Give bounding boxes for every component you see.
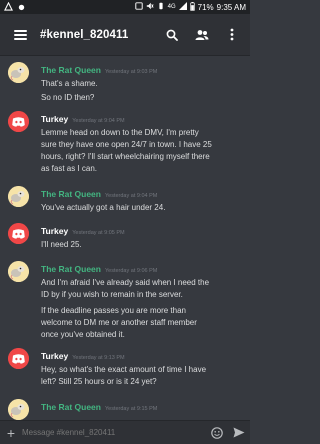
avatar[interactable] <box>8 261 29 282</box>
message-line: ID by if you wish to remain in the serve… <box>41 290 183 299</box>
timestamp: Yesterday at 9:03 PM <box>104 69 158 75</box>
author-name[interactable]: Turkey <box>41 114 68 124</box>
message-line: once you've obtained it. <box>41 330 125 339</box>
message-header: The Rat Queen Yesterday at 9:06 PM <box>41 264 157 274</box>
message-header: Turkey Yesterday at 9:13 PM <box>41 351 125 361</box>
status-left <box>4 1 26 13</box>
signal-notification-icon <box>4 1 13 13</box>
android-icon <box>17 2 26 13</box>
message-line: So no ID then? <box>41 93 95 102</box>
cellular-signal-icon <box>178 2 187 12</box>
message-line: If the deadline passes you are more than <box>41 306 186 315</box>
message-line: Lemme head on down to the DMV, I'm prett… <box>41 128 199 137</box>
discord-default-avatar-icon <box>8 348 29 369</box>
message-line: as fast as I can. <box>41 164 98 173</box>
author-name[interactable]: The Rat Queen <box>41 189 101 199</box>
avatar[interactable] <box>8 186 29 207</box>
avatar[interactable] <box>8 111 29 132</box>
status-right: 4G 71% 9:35 AM <box>134 1 246 13</box>
author-name[interactable]: The Rat Queen <box>41 264 101 274</box>
mute-icon <box>146 2 154 12</box>
channel-title: #kennel_820411 <box>40 28 129 41</box>
members-icon <box>195 29 209 40</box>
message-line: I'll need 25. <box>41 240 82 249</box>
timestamp: Yesterday at 9:06 PM <box>104 268 158 274</box>
network-type-label: 4G <box>167 4 176 10</box>
nfc-icon <box>134 2 143 12</box>
message-header: Turkey Yesterday at 9:04 PM <box>41 114 125 124</box>
search-button[interactable] <box>160 14 184 56</box>
avatar[interactable] <box>8 223 29 244</box>
avatar[interactable] <box>8 399 29 420</box>
members-button[interactable] <box>190 14 214 56</box>
rat-queen-avatar-icon <box>8 399 29 420</box>
message-line: Hey, so what's the exact amount of time … <box>41 365 207 374</box>
status-bar: 4G 71% 9:35 AM <box>0 0 250 14</box>
battery-icon <box>189 1 195 13</box>
timestamp: Yesterday at 9:04 PM <box>72 118 125 124</box>
message-header: The Rat Queen Yesterday at 9:15 PM <box>41 402 157 412</box>
more-options-button[interactable] <box>220 14 244 56</box>
author-name[interactable]: Turkey <box>41 226 68 236</box>
rat-queen-avatar-icon <box>8 62 29 83</box>
message-line: You've actually got a hair under 24. <box>41 203 166 212</box>
message-input[interactable] <box>22 420 206 444</box>
message-header: The Rat Queen Yesterday at 9:04 PM <box>41 189 157 199</box>
message-line: welcome to DM me or another staff member <box>41 318 197 327</box>
timestamp: Yesterday at 9:04 PM <box>104 193 158 199</box>
hamburger-menu-button[interactable] <box>0 14 40 56</box>
message-line: left? Still 25 hours or is it 24 yet? <box>41 377 157 386</box>
clock: 9:35 AM <box>216 2 246 12</box>
search-icon <box>166 29 178 41</box>
more-vertical-icon <box>230 28 234 41</box>
timestamp: Yesterday at 9:05 PM <box>72 230 125 236</box>
discord-default-avatar-icon <box>8 223 29 244</box>
attach-plus-button[interactable]: + <box>0 421 22 444</box>
timestamp: Yesterday at 9:13 PM <box>72 355 125 361</box>
message-line: hours, right? I'll start wheelchairing m… <box>41 152 210 161</box>
emoji-smile-icon <box>211 426 223 439</box>
timestamp: Yesterday at 9:15 PM <box>104 406 158 412</box>
author-name[interactable]: The Rat Queen <box>41 402 101 412</box>
message-line: And I'm afraid I've already said when I … <box>41 278 210 287</box>
avatar[interactable] <box>8 62 29 83</box>
message-header: Turkey Yesterday at 9:05 PM <box>41 226 125 236</box>
channel-header: #kennel_820411 <box>0 14 250 56</box>
avatar[interactable] <box>8 348 29 369</box>
rat-queen-avatar-icon <box>8 261 29 282</box>
message-composer: + <box>0 420 250 444</box>
author-name[interactable]: The Rat Queen <box>41 65 101 75</box>
discord-default-avatar-icon <box>8 111 29 132</box>
message-line: That's a shame. <box>41 79 98 88</box>
message-line: sure they have one open 24/7 in town. I … <box>41 140 212 149</box>
emoji-button[interactable] <box>206 421 228 444</box>
send-button[interactable] <box>228 421 250 444</box>
vibrate-icon <box>157 2 165 12</box>
send-arrow-icon <box>233 427 245 438</box>
hamburger-menu-icon <box>13 29 27 40</box>
rat-queen-avatar-icon <box>8 186 29 207</box>
battery-percent: 71% <box>197 2 214 12</box>
message-list[interactable]: The Rat Queen Yesterday at 9:03 PM That'… <box>0 56 250 420</box>
message-header: The Rat Queen Yesterday at 9:03 PM <box>41 65 157 75</box>
author-name[interactable]: Turkey <box>41 351 68 361</box>
